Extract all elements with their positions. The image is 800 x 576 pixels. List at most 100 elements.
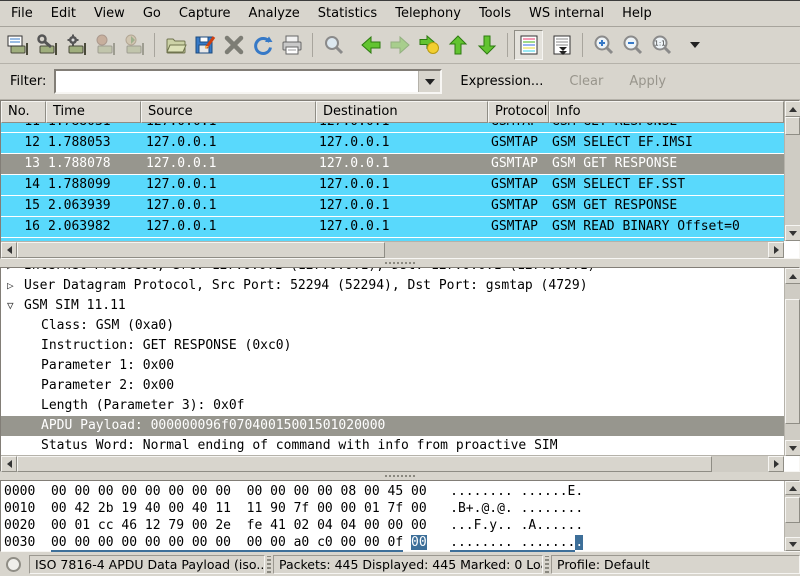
packet-row[interactable]: 15 2.063939 127.0.0.1 127.0.0.1 GSMTAP G… xyxy=(1,196,784,217)
zoom-in-icon[interactable] xyxy=(589,30,618,60)
go-bottom-icon[interactable] xyxy=(472,30,501,60)
bytes-vscrollbar[interactable] xyxy=(784,481,800,551)
detail-row-udp[interactable]: User Datagram Protocol, Src Port: 52294 … xyxy=(1,276,784,296)
status-resize-grip-icon[interactable] xyxy=(545,556,549,573)
detail-row-parameter2[interactable]: Parameter 2: 0x00 xyxy=(1,376,784,396)
details-hscrollbar[interactable] xyxy=(1,455,784,472)
packet-row[interactable]: 16 2.063982 127.0.0.1 127.0.0.1 GSMTAP G… xyxy=(1,217,784,238)
packet-row-clipped[interactable]: 11 1.788031 127.0.0.1 127.0.0.1 GSMTAP G… xyxy=(1,123,784,133)
expander-icon[interactable] xyxy=(7,276,21,296)
column-header-info[interactable]: Info xyxy=(549,101,784,123)
scroll-down-button[interactable] xyxy=(785,440,800,456)
detail-row-apdu-payload-selected[interactable]: APDU Payload: 000000096f0704001500150102… xyxy=(1,416,784,436)
column-header-time[interactable]: Time xyxy=(46,101,141,123)
scroll-up-button[interactable] xyxy=(785,101,800,117)
save-file-icon[interactable] xyxy=(190,30,219,60)
column-header-destination[interactable]: Destination xyxy=(316,101,488,123)
menu-statistics[interactable]: Statistics xyxy=(309,2,386,25)
capture-options-icon[interactable] xyxy=(32,30,61,60)
expert-info-icon[interactable] xyxy=(6,557,21,572)
hex-row[interactable]: 0000 00 00 00 00 00 00 00 00 00 00 00 00… xyxy=(4,484,799,501)
column-header-protocol[interactable]: Protocol xyxy=(488,101,549,123)
cell-no: 11 xyxy=(1,123,46,132)
cell-protocol: GSMTAP xyxy=(488,154,549,174)
menu-tools[interactable]: Tools xyxy=(470,2,520,25)
menu-file[interactable]: File xyxy=(2,2,42,25)
hex-byte-selected: 00 xyxy=(411,535,427,550)
detail-row-status-word[interactable]: Status Word: Normal ending of command wi… xyxy=(1,436,784,456)
hex-row-with-selection[interactable]: 0030 00 00 00 00 00 00 00 00 00 00 a0 c0… xyxy=(4,535,799,552)
scrollbar-thumb[interactable] xyxy=(785,117,800,135)
go-to-packet-icon[interactable] xyxy=(414,30,443,60)
filter-input[interactable] xyxy=(56,71,418,92)
pane-splitter[interactable] xyxy=(0,472,800,480)
main-toolbar: 1:1 xyxy=(0,27,800,64)
scrollbar-thumb[interactable] xyxy=(17,456,712,472)
status-profile[interactable]: Profile: Default xyxy=(551,555,800,574)
scroll-down-button[interactable] xyxy=(785,537,800,551)
column-header-no[interactable]: No. xyxy=(1,101,46,123)
detail-row-class[interactable]: Class: GSM (0xa0) xyxy=(1,316,784,336)
column-header-source[interactable]: Source xyxy=(141,101,316,123)
menu-edit[interactable]: Edit xyxy=(42,2,85,25)
zoom-out-icon[interactable] xyxy=(618,30,647,60)
cell-info: GSM SELECT EF.SST xyxy=(549,175,784,195)
print-icon[interactable] xyxy=(277,30,306,60)
close-file-icon[interactable] xyxy=(219,30,248,60)
packet-row[interactable]: 14 1.788099 127.0.0.1 127.0.0.1 GSMTAP G… xyxy=(1,175,784,196)
auto-scroll-icon[interactable] xyxy=(547,30,576,60)
hex-ascii: .B+.@.@. ........ xyxy=(450,501,583,516)
scroll-down-button[interactable] xyxy=(785,225,800,241)
scrollbar-thumb[interactable] xyxy=(785,299,800,424)
menu-help[interactable]: Help xyxy=(613,2,661,25)
cell-protocol: GSMTAP xyxy=(488,123,549,132)
hex-row[interactable]: 0020 00 01 cc 46 12 79 00 2e fe 41 02 04… xyxy=(4,518,799,535)
scroll-up-button[interactable] xyxy=(785,481,800,495)
find-packet-icon[interactable] xyxy=(319,30,348,60)
cell-no: 12 xyxy=(1,133,46,153)
filter-dropdown-button[interactable] xyxy=(418,71,440,92)
detail-row-instruction[interactable]: Instruction: GET RESPONSE (0xc0) xyxy=(1,336,784,356)
detail-row-gsm-sim[interactable]: GSM SIM 11.11 xyxy=(1,296,784,316)
scrollbar-thumb[interactable] xyxy=(17,242,385,258)
detail-text: Parameter 1: 0x00 xyxy=(41,356,174,376)
packet-list-hscrollbar[interactable] xyxy=(1,241,784,258)
menu-analyze[interactable]: Analyze xyxy=(240,2,309,25)
detail-row-parameter1[interactable]: Parameter 1: 0x00 xyxy=(1,356,784,376)
reload-icon[interactable] xyxy=(248,30,277,60)
expander-icon[interactable] xyxy=(7,296,21,316)
list-interfaces-icon[interactable] xyxy=(3,30,32,60)
menu-capture[interactable]: Capture xyxy=(170,2,240,25)
go-back-icon[interactable] xyxy=(356,30,385,60)
scroll-up-button[interactable] xyxy=(785,268,800,284)
scroll-left-button[interactable] xyxy=(1,456,17,472)
packet-row[interactable]: 12 1.788053 127.0.0.1 127.0.0.1 GSMTAP G… xyxy=(1,133,784,154)
pane-splitter[interactable] xyxy=(0,259,800,267)
go-top-icon[interactable] xyxy=(443,30,472,60)
menu-go[interactable]: Go xyxy=(134,2,170,25)
details-vscrollbar[interactable] xyxy=(784,268,800,456)
scroll-left-button[interactable] xyxy=(1,242,17,258)
expander-icon[interactable] xyxy=(7,268,21,276)
scrollbar-thumb[interactable] xyxy=(785,497,800,523)
packet-row-selected[interactable]: 13 1.788078 127.0.0.1 127.0.0.1 GSMTAP G… xyxy=(1,154,784,175)
menu-telephony[interactable]: Telephony xyxy=(386,2,470,25)
colorize-icon[interactable] xyxy=(514,30,543,60)
detail-text: Length (Parameter 3): 0x0f xyxy=(41,396,245,416)
status-resize-grip-icon[interactable] xyxy=(267,556,271,573)
menu-view[interactable]: View xyxy=(85,2,134,25)
hex-row[interactable]: 0010 00 42 2b 19 40 00 40 11 11 90 7f 00… xyxy=(4,501,799,518)
expression-button[interactable]: Expression... xyxy=(452,70,551,93)
capture-start-icon[interactable] xyxy=(61,30,90,60)
zoom-100-icon[interactable]: 1:1 xyxy=(647,30,676,60)
scroll-right-button[interactable] xyxy=(768,456,784,472)
hex-offset: 0000 xyxy=(4,484,35,499)
scroll-right-button[interactable] xyxy=(768,242,784,258)
packet-list-vscrollbar[interactable] xyxy=(784,101,800,241)
menu-ws-internal[interactable]: WS internal xyxy=(520,2,613,25)
toolbar-overflow-icon[interactable] xyxy=(690,42,700,48)
capture-restart-icon xyxy=(119,30,148,60)
detail-row-clipped[interactable]: Internet Protocol, Src: 127.0.0.1 (127.0… xyxy=(1,268,784,276)
detail-row-length[interactable]: Length (Parameter 3): 0x0f xyxy=(1,396,784,416)
open-file-icon[interactable] xyxy=(161,30,190,60)
